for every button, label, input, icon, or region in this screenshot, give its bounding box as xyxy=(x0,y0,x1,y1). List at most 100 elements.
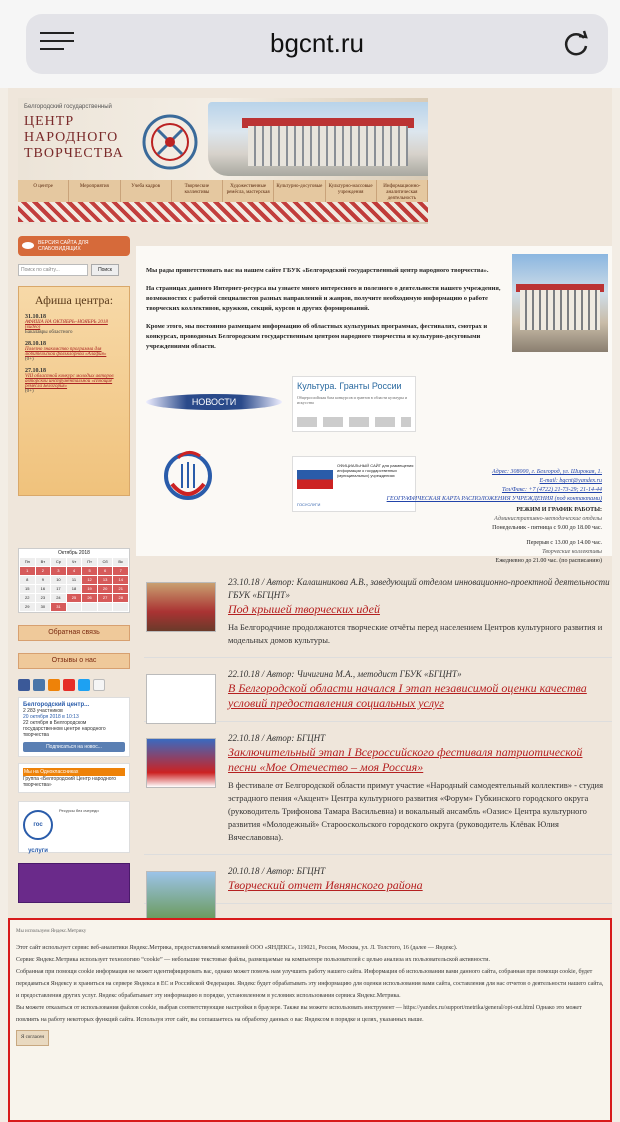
news-title[interactable]: Под крышей творческих идей xyxy=(228,602,612,617)
news-thumbnail[interactable] xyxy=(146,871,216,921)
event-item: 31.10.18 АФИША НА ОКТЯБРЬ–НОЯБРЬ 2018 (в… xyxy=(25,314,123,335)
header-subtitle: Белгородский государственный xyxy=(24,104,112,110)
weekday-label: Сб xyxy=(97,558,113,566)
cookie-paragraph: Вы можете отказаться от использования фа… xyxy=(16,1005,582,1023)
schedule-line: Административно-методические отделы xyxy=(494,516,602,522)
weekday-label: Пт xyxy=(82,558,97,566)
calendar-day[interactable]: 30 xyxy=(35,603,51,611)
address-link[interactable]: Адрес: 308000, г. Белгород, ул. Широкая,… xyxy=(382,468,602,477)
news-thumbnail[interactable] xyxy=(146,674,216,724)
calendar-day[interactable]: 3 xyxy=(51,567,66,575)
feedback-button[interactable]: Обратная связь xyxy=(18,625,130,641)
event-link[interactable]: АФИША НА ОКТЯБРЬ–НОЯБРЬ 2018 (видео) xyxy=(25,320,123,330)
calendar-day[interactable]: 5 xyxy=(82,567,97,575)
news-button[interactable]: НОВОСТИ xyxy=(146,394,282,410)
nav-item[interactable]: О центре xyxy=(18,180,70,202)
culture-grants-banner[interactable]: Культура. Гранты России Общероссийская б… xyxy=(292,376,416,432)
news-title[interactable]: Заключительный этап I Всероссийского фес… xyxy=(228,745,612,775)
nav-item[interactable]: Мероприятия xyxy=(69,180,121,202)
calendar-day[interactable]: 26 xyxy=(82,594,97,602)
calendar-day[interactable]: 9 xyxy=(35,576,51,584)
schedule-line: Творческие коллективы xyxy=(542,549,602,555)
nav-item[interactable]: Культурно-досуговые xyxy=(274,180,326,202)
site-logo-title[interactable]: ЦЕНТР НАРОДНОГО ТВОРЧЕСТВА xyxy=(24,114,124,162)
lyre-logo-icon[interactable] xyxy=(158,444,218,504)
twitter-icon[interactable] xyxy=(78,679,90,691)
calendar-day[interactable]: 28 xyxy=(113,594,128,602)
phone-link[interactable]: Тел/Факс: +7 (4722) 21-73-29; 21-14-44 xyxy=(382,486,602,495)
news-item: 20.10.18 / Автор: БГЦНТ Творческий отчет… xyxy=(144,865,612,921)
calendar-day[interactable]: 20 xyxy=(97,585,113,593)
calendar-day[interactable]: 2 xyxy=(35,567,51,575)
calendar-day[interactable]: 11 xyxy=(66,576,82,584)
search-input[interactable]: Поиск по сайту... xyxy=(18,264,88,276)
accessibility-version-button[interactable]: ВЕРСИЯ САЙТА ДЛЯ СЛАБОВИДЯЩИХ xyxy=(18,236,130,256)
calendar-day[interactable]: 6 xyxy=(97,567,113,575)
livejournal-icon[interactable] xyxy=(93,679,105,691)
event-item: 28.10.18 Полезно знакомство программа дл… xyxy=(25,341,123,362)
cookie-accept-button[interactable]: Я согласен xyxy=(16,1030,49,1046)
news-title[interactable]: В Белгородской области начался I этап не… xyxy=(228,681,612,711)
news-list: 23.10.18 / Автор: Калашникова А.В., заве… xyxy=(144,576,612,921)
calendar-day[interactable]: 13 xyxy=(97,576,113,584)
culture-banner[interactable] xyxy=(18,863,130,903)
calendar-day[interactable]: 19 xyxy=(82,585,97,593)
cookie-notice: Мы используем Яндекс.Метрику Этот сайт и… xyxy=(8,918,612,1122)
event-note: (0+) xyxy=(25,357,34,362)
news-thumbnail[interactable] xyxy=(146,582,216,632)
nav-item[interactable]: Культурно-массовые учреждения xyxy=(325,180,377,202)
nav-item[interactable]: Учеба кадров xyxy=(120,180,172,202)
grants-title: Культура. Гранты России xyxy=(297,381,402,391)
event-link[interactable]: VIII областной конкурс молодых авторов а… xyxy=(25,374,123,389)
calendar-day[interactable]: 16 xyxy=(35,585,51,593)
news-meta: 23.10.18 / Автор: Калашникова А.В., заве… xyxy=(228,577,610,600)
ok-group[interactable]: Группа «Белгородский Центр народного тво… xyxy=(23,776,125,788)
calendar-day[interactable]: 23 xyxy=(35,594,51,602)
calendar-day[interactable]: 22 xyxy=(20,594,35,602)
nav-item[interactable]: Художественные ремёсла, мастерская xyxy=(223,180,275,202)
calendar-day[interactable]: 17 xyxy=(51,585,66,593)
news-title[interactable]: Творческий отчет Ивнянского района xyxy=(228,878,612,893)
nav-item[interactable]: Информационно-аналитическая деятельность xyxy=(376,180,428,202)
calendar-month[interactable]: Октябрь 2018 xyxy=(19,549,129,557)
calendar-day[interactable]: 4 xyxy=(66,567,82,575)
calendar-day[interactable]: 1 xyxy=(20,567,35,575)
reviews-button[interactable]: Отзывы о нас xyxy=(18,653,130,669)
vk-icon[interactable] xyxy=(33,679,45,691)
calendar-day[interactable]: 21 xyxy=(113,585,128,593)
news-item: 23.10.18 / Автор: Калашникова А.В., заве… xyxy=(144,576,612,658)
schedule-line: Понедельник - пятница с 9.00 до 18.00 ча… xyxy=(492,525,602,531)
gosuslugi-banner[interactable]: гос услуги Ресурсы без очереди xyxy=(18,801,130,854)
reload-icon[interactable] xyxy=(560,28,592,60)
calendar-day[interactable]: 7 xyxy=(113,567,128,575)
news-thumbnail[interactable] xyxy=(146,738,216,788)
ok-widget: Мы на Одноклассниках Группа «Белгородски… xyxy=(18,763,130,793)
calendar-day[interactable]: 25 xyxy=(66,594,82,602)
calendar-day[interactable]: 18 xyxy=(66,585,82,593)
weekday-label: Вт xyxy=(35,558,51,566)
map-link[interactable]: ГЕОГРАФИЧЕСКАЯ КАРТА РАСПОЛОЖЕНИЯ УЧРЕЖД… xyxy=(382,495,602,504)
calendar-day[interactable]: 14 xyxy=(113,576,128,584)
event-link[interactable]: Полезно знакомство программа для любител… xyxy=(25,347,123,357)
calendar-day[interactable]: 29 xyxy=(20,603,35,611)
calendar-day xyxy=(82,603,97,611)
calendar-day[interactable]: 24 xyxy=(51,594,66,602)
calendar-day[interactable]: 27 xyxy=(97,594,113,602)
youtube-icon[interactable] xyxy=(63,679,75,691)
facebook-icon[interactable] xyxy=(18,679,30,691)
calendar-day[interactable]: 31 xyxy=(51,603,66,611)
calendar-day[interactable]: 15 xyxy=(20,585,35,593)
gosuslugi-label: ГОСУСЛУГИ xyxy=(297,502,321,507)
url-text[interactable]: bgcnt.ru xyxy=(26,28,608,59)
calendar-day[interactable]: 8 xyxy=(20,576,35,584)
vk-subscribe-button[interactable]: Подписаться на новос... xyxy=(23,742,125,752)
calendar-day[interactable]: 10 xyxy=(51,576,66,584)
news-excerpt: В фестивале от Белгородской области прим… xyxy=(228,780,604,842)
odnoklassniki-icon[interactable] xyxy=(48,679,60,691)
address-bar[interactable]: bgcnt.ru xyxy=(26,14,608,74)
events-calendar: Октябрь 2018 Пн Вт Ср Чт Пт Сб Вс 123456… xyxy=(18,548,130,613)
nav-item[interactable]: Творческие коллективы xyxy=(171,180,223,202)
search-button[interactable]: Поиск xyxy=(91,264,119,276)
email-link[interactable]: E-mail: bgcnt@yandex.ru xyxy=(382,477,602,486)
calendar-day[interactable]: 12 xyxy=(82,576,97,584)
